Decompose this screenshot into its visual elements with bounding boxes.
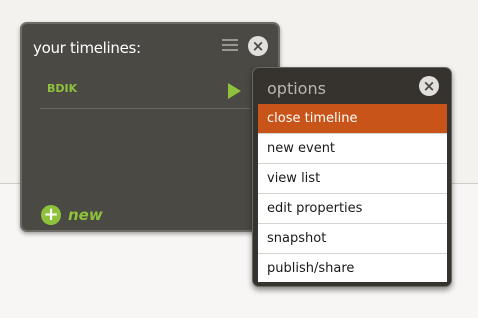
menu-item-new-event[interactable]: new event [258,134,447,164]
menu-item-close-timeline[interactable]: close timeline [258,104,447,134]
menu-item-edit-properties[interactable]: edit properties [258,194,447,224]
timeline-item-bdik[interactable]: BDIK [47,82,77,95]
options-popup: options × close timeline new event view … [252,67,452,287]
menu-item-view-list[interactable]: view list [258,164,447,194]
play-icon[interactable] [228,83,241,99]
timelines-panel-title: your timelines: [33,39,141,57]
menu-icon[interactable] [222,39,238,51]
options-popup-title: options [267,79,326,98]
options-menu-list: close timeline new event view list edit … [258,104,447,282]
new-timeline-label: new [68,206,103,224]
menu-item-snapshot[interactable]: snapshot [258,224,447,254]
menu-item-publish-share[interactable]: publish/share [258,254,447,284]
plus-icon: + [41,205,61,225]
timelines-close-icon[interactable]: × [248,36,268,56]
timelines-panel: your timelines: × BDIK + new [20,22,280,232]
options-close-icon[interactable]: × [419,76,439,96]
timeline-item-divider [40,108,250,109]
